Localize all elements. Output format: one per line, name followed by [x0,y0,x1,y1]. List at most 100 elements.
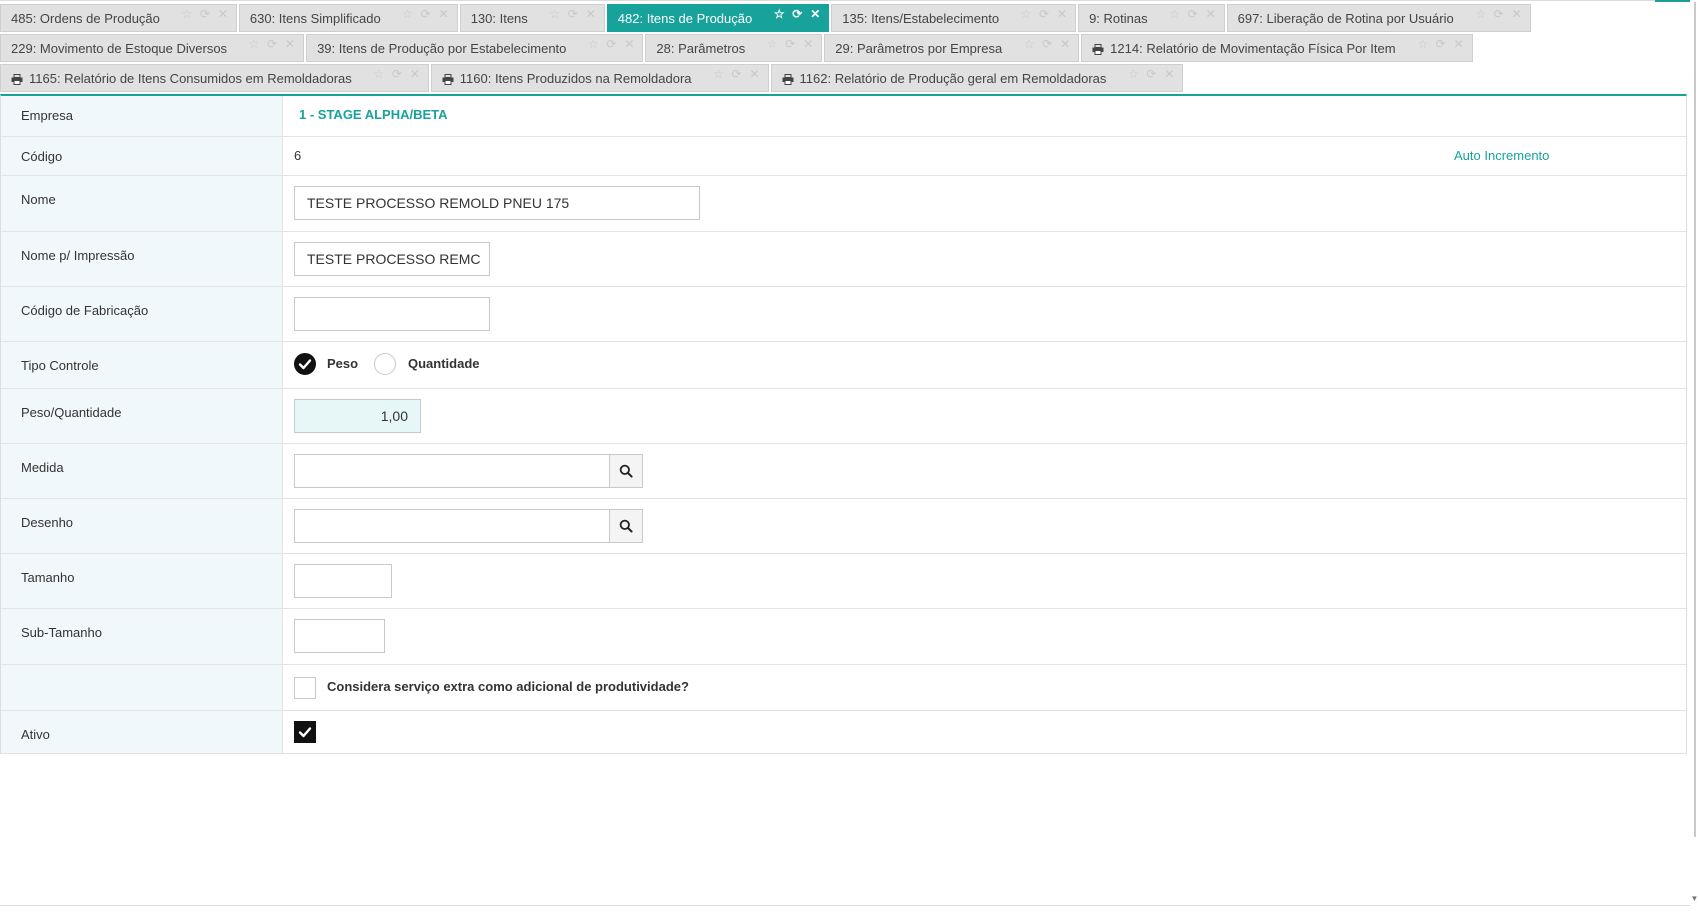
peso-quantidade-input[interactable]: 1,00 [294,399,421,433]
desenho-search-button[interactable] [609,509,643,543]
refresh-icon[interactable]: ⟳ [783,37,797,51]
tab-controls: ☆ ⟳ ✕ [401,7,451,21]
tab-482-itens-de-producao[interactable]: 482: Itens de Produção ☆ ⟳ ✕ [606,4,830,32]
radio-peso-label[interactable]: Peso [327,356,358,371]
sub-tamanho-input[interactable] [294,619,385,653]
tab-9-rotinas[interactable]: 9: Rotinas ☆ ⟳ ✕ [1078,4,1225,32]
tab-controls: ☆ ⟳ ✕ [1126,67,1176,81]
close-icon[interactable]: ✕ [1055,7,1069,21]
star-icon[interactable]: ☆ [372,67,386,81]
refresh-icon[interactable]: ⟳ [198,7,212,21]
refresh-icon[interactable]: ⟳ [1037,7,1051,21]
radio-quantidade[interactable] [374,353,396,375]
refresh-icon[interactable]: ⟳ [265,37,279,51]
nome-impressao-input[interactable]: TESTE PROCESSO REMC [294,242,490,276]
medida-input[interactable] [294,454,610,488]
refresh-icon[interactable]: ⟳ [1492,7,1506,21]
star-icon[interactable]: ☆ [712,67,726,81]
star-icon[interactable]: ☆ [180,7,194,21]
star-icon[interactable]: ☆ [1019,7,1033,21]
close-icon[interactable]: ✕ [584,7,598,21]
refresh-icon[interactable]: ⟳ [390,67,404,81]
tab-1160-itens-produzidos-na-remoldadora[interactable]: 1160: Itens Produzidos na Remoldadora ☆ ⟳ ✕ [430,64,769,92]
close-icon[interactable]: ✕ [622,37,636,51]
label-nome-impressao: Nome p/ Impressão [1,232,283,286]
star-icon[interactable]: ☆ [1416,37,1430,51]
star-icon[interactable]: ☆ [1168,7,1182,21]
medida-search-button[interactable] [609,454,643,488]
row-codigo-fabricacao: Código de Fabricação [1,287,1686,342]
label-codigo: Código [1,137,283,175]
star-icon[interactable]: ☆ [772,7,786,21]
tamanho-input[interactable] [294,564,392,598]
tab-controls: ☆ ⟳ ✕ [1019,7,1069,21]
star-icon[interactable]: ☆ [548,7,562,21]
tab-controls: ☆ ⟳ ✕ [1168,7,1218,21]
ativo-checkbox[interactable] [294,721,316,743]
row-ativo: Ativo [1,711,1686,754]
radio-quantidade-label[interactable]: Quantidade [408,356,480,371]
desenho-input[interactable] [294,509,610,543]
refresh-icon[interactable]: ⟳ [604,37,618,51]
label-servico-extra [1,665,283,710]
tab-label: 482: Itens de Produção [617,10,753,26]
row-tamanho: Tamanho [1,554,1686,609]
row-medida: Medida [1,444,1686,499]
tab-130-itens[interactable]: 130: Itens ☆ ⟳ ✕ [459,4,605,32]
star-icon[interactable]: ☆ [1126,67,1140,81]
close-icon[interactable]: ✕ [1162,67,1176,81]
close-icon[interactable]: ✕ [1510,7,1524,21]
printer-icon [11,73,23,85]
tab-29-parametros-por-empresa[interactable]: 29: Parâmetros por Empresa ☆ ⟳ ✕ [824,34,1080,62]
refresh-icon[interactable]: ⟳ [419,7,433,21]
close-icon[interactable]: ✕ [808,7,822,21]
tab-135-itens-estabelecimento[interactable]: 135: Itens/Estabelecimento ☆ ⟳ ✕ [831,4,1077,32]
tab-485-ordens-de-producao[interactable]: 485: Ordens de Produção ☆ ⟳ ✕ [0,4,237,32]
servico-extra-checkbox[interactable] [294,677,316,699]
close-icon[interactable]: ✕ [748,67,762,81]
refresh-icon[interactable]: ⟳ [566,7,580,21]
label-sub-tamanho: Sub-Tamanho [1,609,283,664]
close-icon[interactable]: ✕ [283,37,297,51]
close-icon[interactable]: ✕ [216,7,230,21]
close-icon[interactable]: ✕ [1452,37,1466,51]
tab-label: 130: Itens [470,10,528,26]
label-empresa: Empresa [1,96,283,136]
tab-label: 1165: Relatório de Itens Consumidos em R… [29,70,352,86]
star-icon[interactable]: ☆ [1022,37,1036,51]
printer-icon [782,73,794,85]
tab-1214-relatorio-de-movimentacao-fisica-por-item[interactable]: 1214: Relatório de Movimentação Física P… [1081,34,1473,62]
scrollbar-thumb[interactable] [1694,2,1696,837]
close-icon[interactable]: ✕ [801,37,815,51]
nome-input[interactable]: TESTE PROCESSO REMOLD PNEU 175 [294,186,700,220]
tab-229-movimento-de-estoque-diversos[interactable]: 229: Movimento de Estoque Diversos ☆ ⟳ ✕ [0,34,305,62]
refresh-icon[interactable]: ⟳ [730,67,744,81]
close-icon[interactable]: ✕ [437,7,451,21]
close-icon[interactable]: ✕ [1058,37,1072,51]
scroll-down-arrow-icon[interactable]: ▼ [1690,894,1699,903]
star-icon[interactable]: ☆ [401,7,415,21]
tab-630-itens-simplificado[interactable]: 630: Itens Simplificado ☆ ⟳ ✕ [238,4,458,32]
radio-peso[interactable] [294,353,316,375]
tab-1162-relatorio-de-producao-geral-em-remoldadoras[interactable]: 1162: Relatório de Produção geral em Rem… [770,64,1184,92]
refresh-icon[interactable]: ⟳ [1186,7,1200,21]
printer-icon [1092,43,1104,55]
tab-39-itens-de-producao-por-estabelecimento[interactable]: 39: Itens de Produção por Estabeleciment… [306,34,644,62]
codigo-fabricacao-input[interactable] [294,297,490,331]
tab-controls: ☆ ⟳ ✕ [1022,37,1072,51]
star-icon[interactable]: ☆ [247,37,261,51]
close-icon[interactable]: ✕ [408,67,422,81]
servico-extra-label[interactable]: Considera serviço extra como adicional d… [327,679,689,694]
refresh-icon[interactable]: ⟳ [1040,37,1054,51]
star-icon[interactable]: ☆ [586,37,600,51]
star-icon[interactable]: ☆ [1474,7,1488,21]
close-icon[interactable]: ✕ [1204,7,1218,21]
refresh-icon[interactable]: ⟳ [790,7,804,21]
star-icon[interactable]: ☆ [765,37,779,51]
empresa-value[interactable]: 1 - STAGE ALPHA/BETA [299,107,448,122]
refresh-icon[interactable]: ⟳ [1144,67,1158,81]
tab-1165-relatorio-de-itens-consumidos-em-remoldadoras[interactable]: 1165: Relatório de Itens Consumidos em R… [0,64,429,92]
tab-28-parametros[interactable]: 28: Parâmetros ☆ ⟳ ✕ [645,34,823,62]
refresh-icon[interactable]: ⟳ [1434,37,1448,51]
tab-697-liberacao-de-rotina-por-usuario[interactable]: 697: Liberação de Rotina por Usuário ☆ ⟳ ✕ [1226,4,1531,32]
